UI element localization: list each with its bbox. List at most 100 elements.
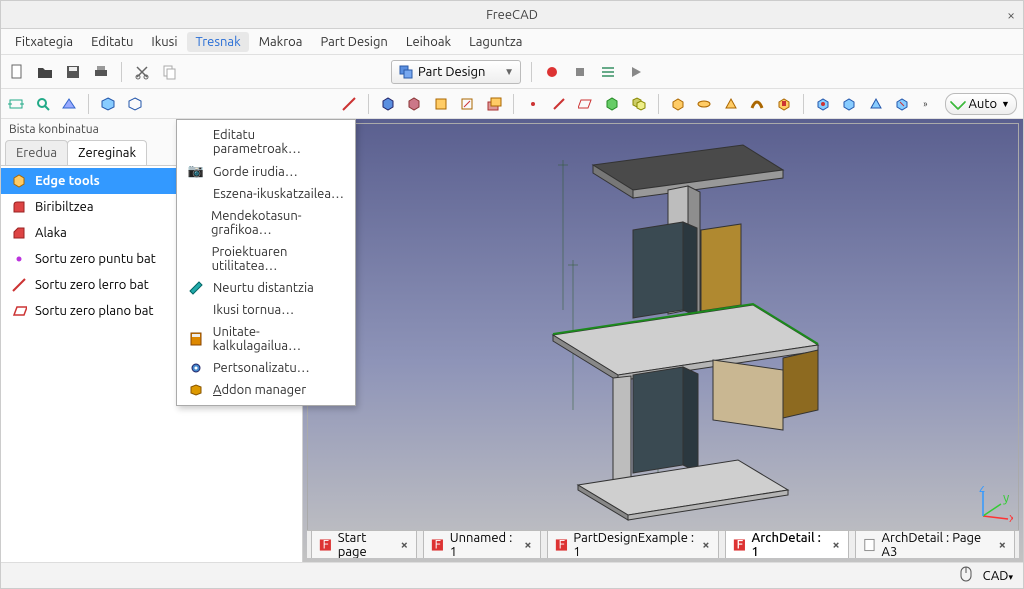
shapebinder-icon[interactable] <box>603 94 621 114</box>
datum-line-icon[interactable] <box>550 94 568 114</box>
menuitem-addon-manager[interactable]: Addon manager <box>177 379 355 401</box>
menu-macro[interactable]: Makroa <box>251 32 311 52</box>
open-file-icon[interactable] <box>35 62 55 82</box>
new-file-icon[interactable] <box>7 62 27 82</box>
save-file-icon[interactable] <box>63 62 83 82</box>
document-tabs: F Start page × F Unnamed : 1 × F PartDes… <box>307 530 1019 558</box>
menuitem-view-turntable[interactable]: Ikusi tornua… <box>177 299 355 321</box>
3d-viewport[interactable]: x y z F Start page × F Unnamed : 1 × F P… <box>303 119 1023 562</box>
tab-tasks[interactable]: Zereginak <box>67 140 147 166</box>
svg-text:z: z <box>979 486 985 495</box>
menu-windows[interactable]: Leihoak <box>398 32 459 52</box>
title-bar: FreeCAD × <box>1 1 1023 29</box>
subloft-icon[interactable] <box>866 94 884 114</box>
view-iso-icon[interactable] <box>99 94 117 114</box>
separator <box>803 94 804 114</box>
doctab-label: Start page <box>338 531 394 559</box>
macro-stop-icon[interactable] <box>570 62 590 82</box>
toolbar-primary: Part Design ▼ <box>1 55 1023 89</box>
menu-help[interactable]: Laguntza <box>461 32 530 52</box>
toolbar-overflow-icon[interactable]: » <box>919 99 929 109</box>
menuitem-proj-util[interactable]: Proiektuaren utilitatea… <box>177 241 355 277</box>
tab-model[interactable]: Eredua <box>5 140 68 166</box>
window-close-button[interactable]: × <box>1007 7 1015 23</box>
doctab-archdetail[interactable]: F ArchDetail : 1 × <box>725 530 849 558</box>
pad-icon[interactable] <box>669 94 687 114</box>
cube-icon <box>11 173 27 189</box>
datum-plane-icon[interactable] <box>577 94 595 114</box>
menuitem-edit-params[interactable]: Editatu parametroak… <box>177 124 355 160</box>
doctab-partdesign[interactable]: F PartDesignExample : 1 × <box>547 530 719 558</box>
clone-icon[interactable] <box>629 94 647 114</box>
pocket-icon[interactable] <box>774 94 792 114</box>
menu-tools[interactable]: Tresnak <box>187 32 248 52</box>
macro-run-icon[interactable] <box>626 62 646 82</box>
menuitem-customize[interactable]: Pertsonalizatu… <box>177 357 355 379</box>
doctab-unnamed[interactable]: F Unnamed : 1 × <box>423 530 541 558</box>
separator <box>121 62 122 82</box>
menuitem-save-image[interactable]: 📷Gorde irudia… <box>177 160 355 183</box>
datum-point-icon[interactable] <box>524 94 542 114</box>
print-icon[interactable] <box>91 62 111 82</box>
calculator-icon <box>187 332 205 346</box>
cut-icon[interactable] <box>132 62 152 82</box>
doctab-start[interactable]: F Start page × <box>311 530 417 558</box>
sketch-new-icon[interactable] <box>432 94 450 114</box>
close-icon[interactable]: × <box>997 538 1008 552</box>
task-label: Biribiltzea <box>35 200 94 214</box>
measure-linear-icon[interactable] <box>339 94 357 114</box>
fit-selection-icon[interactable] <box>33 94 51 114</box>
menuitem-measure-dist[interactable]: Neurtu distantzia <box>177 277 355 299</box>
svg-text:F: F <box>323 538 329 551</box>
chevron-down-icon: ▼ <box>494 66 514 78</box>
auto-label: Auto <box>968 97 997 111</box>
loft-icon[interactable] <box>721 94 739 114</box>
point-icon <box>11 251 27 267</box>
copy-icon[interactable] <box>160 62 180 82</box>
separator <box>368 94 369 114</box>
part-body-icon[interactable] <box>405 94 423 114</box>
sketch-map-icon[interactable] <box>484 94 502 114</box>
menu-file[interactable]: Fitxategia <box>7 32 81 52</box>
line-icon <box>11 277 27 293</box>
tools-menu-dropdown: Editatu parametroak… 📷Gorde irudia… Esze… <box>176 119 356 406</box>
macro-list-icon[interactable] <box>598 62 618 82</box>
close-icon[interactable]: × <box>830 538 841 552</box>
part-box-icon[interactable] <box>379 94 397 114</box>
close-icon[interactable]: × <box>700 538 711 552</box>
menu-view[interactable]: Ikusi <box>143 32 185 52</box>
sketch-edit-icon[interactable] <box>458 94 476 114</box>
separator <box>658 94 659 114</box>
doctab-label: ArchDetail : 1 <box>751 531 825 559</box>
sweep-icon[interactable] <box>748 94 766 114</box>
camera-icon: 📷 <box>187 164 205 179</box>
fit-all-icon[interactable] <box>7 94 25 114</box>
svg-text:F: F <box>435 538 441 551</box>
draw-style-icon[interactable] <box>60 94 78 114</box>
close-icon[interactable]: × <box>522 538 533 552</box>
workbench-label: Part Design <box>418 65 485 79</box>
menuitem-dep-graph[interactable]: Mendekotasun-grafikoa… <box>177 205 355 241</box>
workbench-selector[interactable]: Part Design ▼ <box>391 60 521 84</box>
separator <box>88 94 89 114</box>
doctab-archdetail-page[interactable]: ArchDetail : Page A3 × <box>855 530 1015 558</box>
ruler-icon <box>187 281 205 295</box>
macro-record-icon[interactable] <box>542 62 562 82</box>
groove-icon[interactable] <box>840 94 858 114</box>
menuitem-scene-inspector[interactable]: Eszena-ikuskatzailea… <box>177 183 355 205</box>
freecad-icon: F <box>430 537 445 553</box>
menu-edit[interactable]: Editatu <box>83 32 141 52</box>
separator <box>513 94 514 114</box>
menu-partdesign[interactable]: Part Design <box>312 32 395 52</box>
menuitem-units-calc[interactable]: Unitate-kalkulagailua… <box>177 321 355 357</box>
doctab-label: PartDesignExample : 1 <box>573 531 695 559</box>
subsweep-icon[interactable] <box>893 94 911 114</box>
separator <box>531 62 532 82</box>
toolbar-secondary: » Auto ▼ <box>1 89 1023 119</box>
auto-constraint-button[interactable]: Auto ▼ <box>945 93 1016 115</box>
hole-icon[interactable] <box>814 94 832 114</box>
revolve-icon[interactable] <box>695 94 713 114</box>
nav-style[interactable]: CAD▾ <box>983 569 1013 583</box>
close-icon[interactable]: × <box>399 538 410 552</box>
view-menu-icon[interactable] <box>126 94 144 114</box>
